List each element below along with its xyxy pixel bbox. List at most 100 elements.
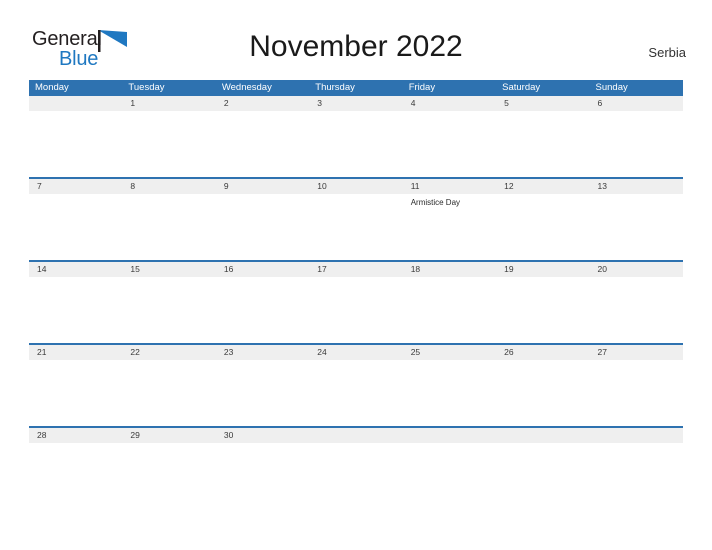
calendar-page: General Blue November 2022 Serbia Monday… (0, 0, 712, 550)
day-cell[interactable] (309, 360, 402, 426)
day-number-21[interactable]: 21 (29, 345, 122, 360)
day-number-3[interactable]: 3 (309, 96, 402, 111)
weekday-header-thursday: Thursday (315, 82, 355, 93)
day-number-26[interactable]: 26 (496, 345, 589, 360)
day-cell[interactable] (122, 194, 215, 260)
day-number-29[interactable]: 29 (122, 428, 215, 443)
week-event-band (29, 443, 683, 509)
day-number-4[interactable]: 4 (403, 96, 496, 111)
week-daynumber-band: 123456 (29, 96, 683, 111)
day-cell[interactable] (309, 194, 402, 260)
day-cell[interactable] (403, 360, 496, 426)
day-number-13[interactable]: 13 (590, 179, 683, 194)
calendar-weeks: 1 2 3 4 5 6 7 8 9 10 11 12 13 Armistice Day 14 15 16 17 18… (29, 96, 683, 509)
week-event-band (29, 360, 683, 426)
day-number-27[interactable]: 27 (590, 345, 683, 360)
day-cell[interactable] (496, 277, 589, 343)
day-number-7[interactable]: 7 (29, 179, 122, 194)
day-number-19[interactable]: 19 (496, 262, 589, 277)
day-cell[interactable] (590, 277, 683, 343)
day-number-empty (496, 428, 589, 443)
day-cell[interactable] (496, 194, 589, 260)
day-number-2[interactable]: 2 (216, 96, 309, 111)
day-number-15[interactable]: 15 (122, 262, 215, 277)
day-cell[interactable] (29, 443, 122, 509)
day-number-25[interactable]: 25 (403, 345, 496, 360)
week-event-band (29, 277, 683, 343)
day-cell[interactable] (29, 277, 122, 343)
day-cell[interactable] (122, 111, 215, 177)
day-number-1[interactable]: 1 (122, 96, 215, 111)
calendar-week-row: 7 8 9 10 11 12 13 Armistice Day (29, 177, 683, 260)
page-title: November 2022 (249, 30, 463, 63)
day-cell[interactable] (590, 111, 683, 177)
day-number-9[interactable]: 9 (216, 179, 309, 194)
day-cell[interactable] (590, 443, 683, 509)
week-daynumber-band: 21 22 23 24 25 26 27 (29, 343, 683, 360)
day-number-22[interactable]: 22 (122, 345, 215, 360)
calendar-week-row: 28 29 30 (29, 426, 683, 509)
day-number-23[interactable]: 23 (216, 345, 309, 360)
day-cell[interactable] (590, 194, 683, 260)
day-cell[interactable]: Armistice Day (403, 194, 496, 260)
calendar-week-row: 123456 (29, 96, 683, 177)
weekday-header-monday: Monday (35, 82, 69, 93)
day-number-28[interactable]: 28 (29, 428, 122, 443)
day-cell[interactable] (29, 194, 122, 260)
day-cell[interactable] (216, 277, 309, 343)
day-number-16[interactable]: 16 (216, 262, 309, 277)
page-header: General Blue November 2022 Serbia (0, 0, 712, 80)
week-daynumber-band: 28 29 30 (29, 426, 683, 443)
day-number-30[interactable]: 30 (216, 428, 309, 443)
day-cell[interactable] (309, 111, 402, 177)
day-cell[interactable] (403, 443, 496, 509)
week-event-band: Armistice Day (29, 194, 683, 260)
week-event-band (29, 111, 683, 177)
day-number-empty (309, 428, 402, 443)
weekday-header-friday: Friday (408, 82, 436, 93)
day-cell[interactable] (496, 111, 589, 177)
day-cell[interactable] (309, 443, 402, 509)
country-label: Serbia (648, 45, 686, 60)
day-cell[interactable] (29, 111, 122, 177)
day-number-10[interactable]: 10 (309, 179, 402, 194)
day-cell[interactable] (216, 194, 309, 260)
weekday-header-saturday: Saturday (502, 82, 541, 93)
day-number-6[interactable]: 6 (590, 96, 683, 111)
calendar-week-row: 14 15 16 17 18 19 20 (29, 260, 683, 343)
day-number-11[interactable]: 11 (403, 179, 496, 194)
day-number-5[interactable]: 5 (496, 96, 589, 111)
day-cell[interactable] (216, 360, 309, 426)
day-cell[interactable] (122, 443, 215, 509)
weekday-header-sunday: Sunday (595, 82, 628, 93)
day-cell[interactable] (309, 277, 402, 343)
day-number-20[interactable]: 20 (590, 262, 683, 277)
day-cell[interactable] (403, 111, 496, 177)
day-cell[interactable] (29, 360, 122, 426)
day-number-empty (29, 96, 122, 111)
day-number-empty (590, 428, 683, 443)
day-number-empty (403, 428, 496, 443)
day-number-12[interactable]: 12 (496, 179, 589, 194)
weekday-header-tuesday: Tuesday (128, 82, 165, 93)
calendar-grid: Monday Tuesday Wednesday Thursday Friday Satu… (29, 80, 683, 509)
day-cell[interactable] (496, 360, 589, 426)
day-number-8[interactable]: 8 (122, 179, 215, 194)
day-cell[interactable] (216, 111, 309, 177)
calendar-week-row: 21 22 23 24 25 26 27 (29, 343, 683, 426)
weekday-header-row: Monday Tuesday Wednesday Thursday Friday Satu… (29, 80, 683, 96)
day-number-18[interactable]: 18 (403, 262, 496, 277)
week-daynumber-band: 14 15 16 17 18 19 20 (29, 260, 683, 277)
day-cell[interactable] (122, 277, 215, 343)
holiday-label: Armistice Day (410, 198, 461, 207)
day-cell[interactable] (590, 360, 683, 426)
day-cell[interactable] (496, 443, 589, 509)
day-cell[interactable] (122, 360, 215, 426)
day-number-17[interactable]: 17 (309, 262, 402, 277)
day-cell[interactable] (216, 443, 309, 509)
day-cell[interactable] (403, 277, 496, 343)
week-daynumber-band: 7 8 9 10 11 12 13 (29, 177, 683, 194)
weekday-header-wednesday: Wednesday (221, 82, 272, 93)
day-number-14[interactable]: 14 (29, 262, 122, 277)
day-number-24[interactable]: 24 (309, 345, 402, 360)
